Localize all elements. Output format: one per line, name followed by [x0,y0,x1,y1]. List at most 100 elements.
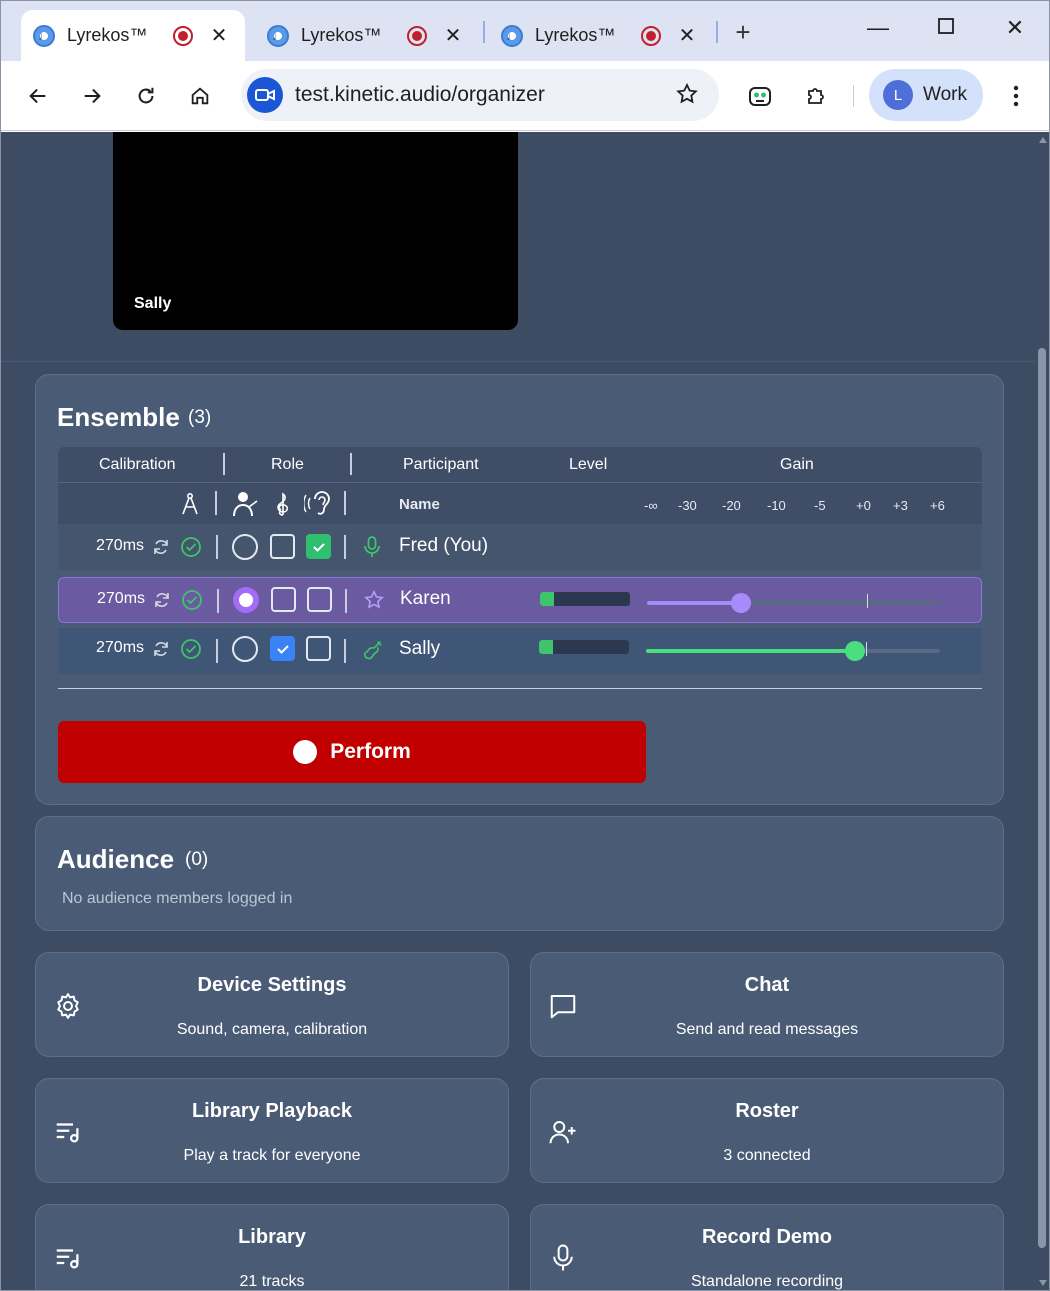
tile-subtitle: Send and read messages [675,1021,859,1038]
app-favicon-icon: ♩ [267,24,289,47]
perform-label: Perform [330,740,411,763]
perform-button[interactable]: Perform [58,721,646,783]
ensemble-table-header: Calibration Role Participant Level Gain [58,447,982,482]
scroll-up-arrow-icon[interactable] [1039,137,1047,143]
browser-window: ♩ Lyrekos™ ✕ ♩ Lyrekos™ ✕ ♩ Lyrekos™ ✕ +… [0,0,1050,1291]
listener-checkbox[interactable] [306,534,331,559]
gain-tick: -10 [767,498,786,513]
gain-tick: -30 [678,498,697,513]
row-separator [344,535,346,559]
close-window-icon[interactable]: ✕ [1000,15,1030,41]
tab-2[interactable]: ♩ Lyrekos™ ✕ [255,10,479,61]
gain-slider-fill [647,601,741,605]
musician-checkbox[interactable] [270,636,295,661]
extensions-puzzle-icon[interactable] [801,81,831,111]
more-menu-icon[interactable] [1001,81,1031,111]
row-separator [344,639,346,663]
record-demo-tile[interactable]: Record Demo Standalone recording [530,1204,1004,1290]
gain-tick: +6 [930,498,945,513]
library-playback-tile[interactable]: Library Playback Play a track for everyo… [35,1078,509,1183]
new-tab-button[interactable]: + [729,17,757,48]
tile-title: Chat [744,974,790,996]
recalibrate-icon[interactable] [152,590,172,610]
gain-slider-thumb[interactable] [731,593,751,613]
conductor-radio[interactable] [232,636,258,662]
tab-title: Lyrekos™ [301,25,382,45]
participant-name: Fred (You) [399,535,489,556]
level-meter-fill [540,592,554,606]
treble-clef-icon [272,491,292,517]
header-gain: Gain [780,456,814,473]
table-row: 270ms Fred (You) [58,524,982,570]
home-icon[interactable] [185,81,215,111]
minimize-icon[interactable]: — [863,15,893,41]
back-arrow-icon[interactable] [23,81,53,111]
musician-checkbox[interactable] [271,587,296,612]
bookmark-star-icon[interactable] [675,82,699,111]
profile-button[interactable]: L Work [869,69,983,121]
header-separator [223,453,225,475]
recalibrate-icon[interactable] [151,639,171,659]
close-tab-icon[interactable]: ✕ [677,23,697,48]
app-favicon-icon: ♩ [501,24,523,47]
musician-checkbox[interactable] [270,534,295,559]
gain-slider-thumb[interactable] [845,641,865,661]
conductor-radio[interactable] [232,534,258,560]
toolbar-divider [853,85,854,107]
recording-indicator-icon [173,25,193,46]
video-tile[interactable]: Sally [113,132,518,330]
calibrated-check-icon [180,638,202,660]
listener-checkbox[interactable] [306,636,331,661]
extension-robot-icon[interactable] [745,81,775,111]
row-separator [217,589,219,613]
address-bar[interactable]: test.kinetic.audio/organizer [241,69,719,121]
tab-title: Lyrekos™ [535,25,616,45]
chat-tile[interactable]: Chat Send and read messages [530,952,1004,1057]
gain-tick: +0 [856,498,871,513]
page-viewport: Sally Ensemble (3) Calibration Role Part… [1,132,1049,1290]
reload-icon[interactable] [131,81,161,111]
microphone-icon [361,535,383,559]
ensemble-count: (3) [188,407,212,428]
ear-listener-icon [304,491,332,517]
level-meter [539,640,629,654]
tile-title: Library [238,1226,306,1248]
tab-1[interactable]: ♩ Lyrekos™ ✕ [21,10,245,61]
scroll-down-arrow-icon[interactable] [1039,1280,1047,1286]
tile-subtitle: Sound, camera, calibration [176,1021,368,1038]
roster-tile[interactable]: Roster 3 connected [530,1078,1004,1183]
conductor-radio[interactable] [233,587,259,613]
tile-title: Device Settings [197,974,347,996]
tab-3[interactable]: ♩ Lyrekos™ ✕ [489,10,713,61]
library-tile[interactable]: Library 21 tracks [35,1204,509,1290]
audience-empty-text: No audience members logged in [62,890,293,907]
compass-calibrate-icon[interactable] [180,491,200,517]
gain-tick: -20 [722,498,741,513]
camera-site-icon[interactable] [247,77,283,113]
header-participant: Participant [403,456,479,473]
table-row: 270ms Karen [58,577,982,623]
tile-subtitle: Standalone recording [690,1273,844,1290]
gain-slider[interactable] [647,593,941,613]
maximize-icon[interactable] [931,15,961,41]
close-tab-icon[interactable]: ✕ [209,23,229,48]
row-separator [216,639,218,663]
ensemble-table-subheader: Name -∞ -30 -20 -10 -5 +0 +3 +6 [58,482,982,524]
header-role: Role [271,456,304,473]
app-favicon-icon: ♩ [33,24,55,47]
latency-value: 270ms [96,537,145,554]
gain-slider[interactable] [646,641,940,661]
forward-arrow-icon[interactable] [77,81,107,111]
close-tab-icon[interactable]: ✕ [443,23,463,48]
subheader-separator [344,491,346,515]
recalibrate-icon[interactable] [151,537,171,557]
scrollbar-thumb[interactable] [1038,348,1046,1248]
device-settings-tile[interactable]: Device Settings Sound, camera, calibrati… [35,952,509,1057]
star-icon [362,588,386,612]
row-separator [216,535,218,559]
page-scrollbar[interactable] [1035,132,1049,1290]
listener-checkbox[interactable] [307,587,332,612]
table-row: 270ms Sally [58,628,982,674]
gain-tick: +3 [893,498,908,513]
record-dot-icon [293,740,318,764]
